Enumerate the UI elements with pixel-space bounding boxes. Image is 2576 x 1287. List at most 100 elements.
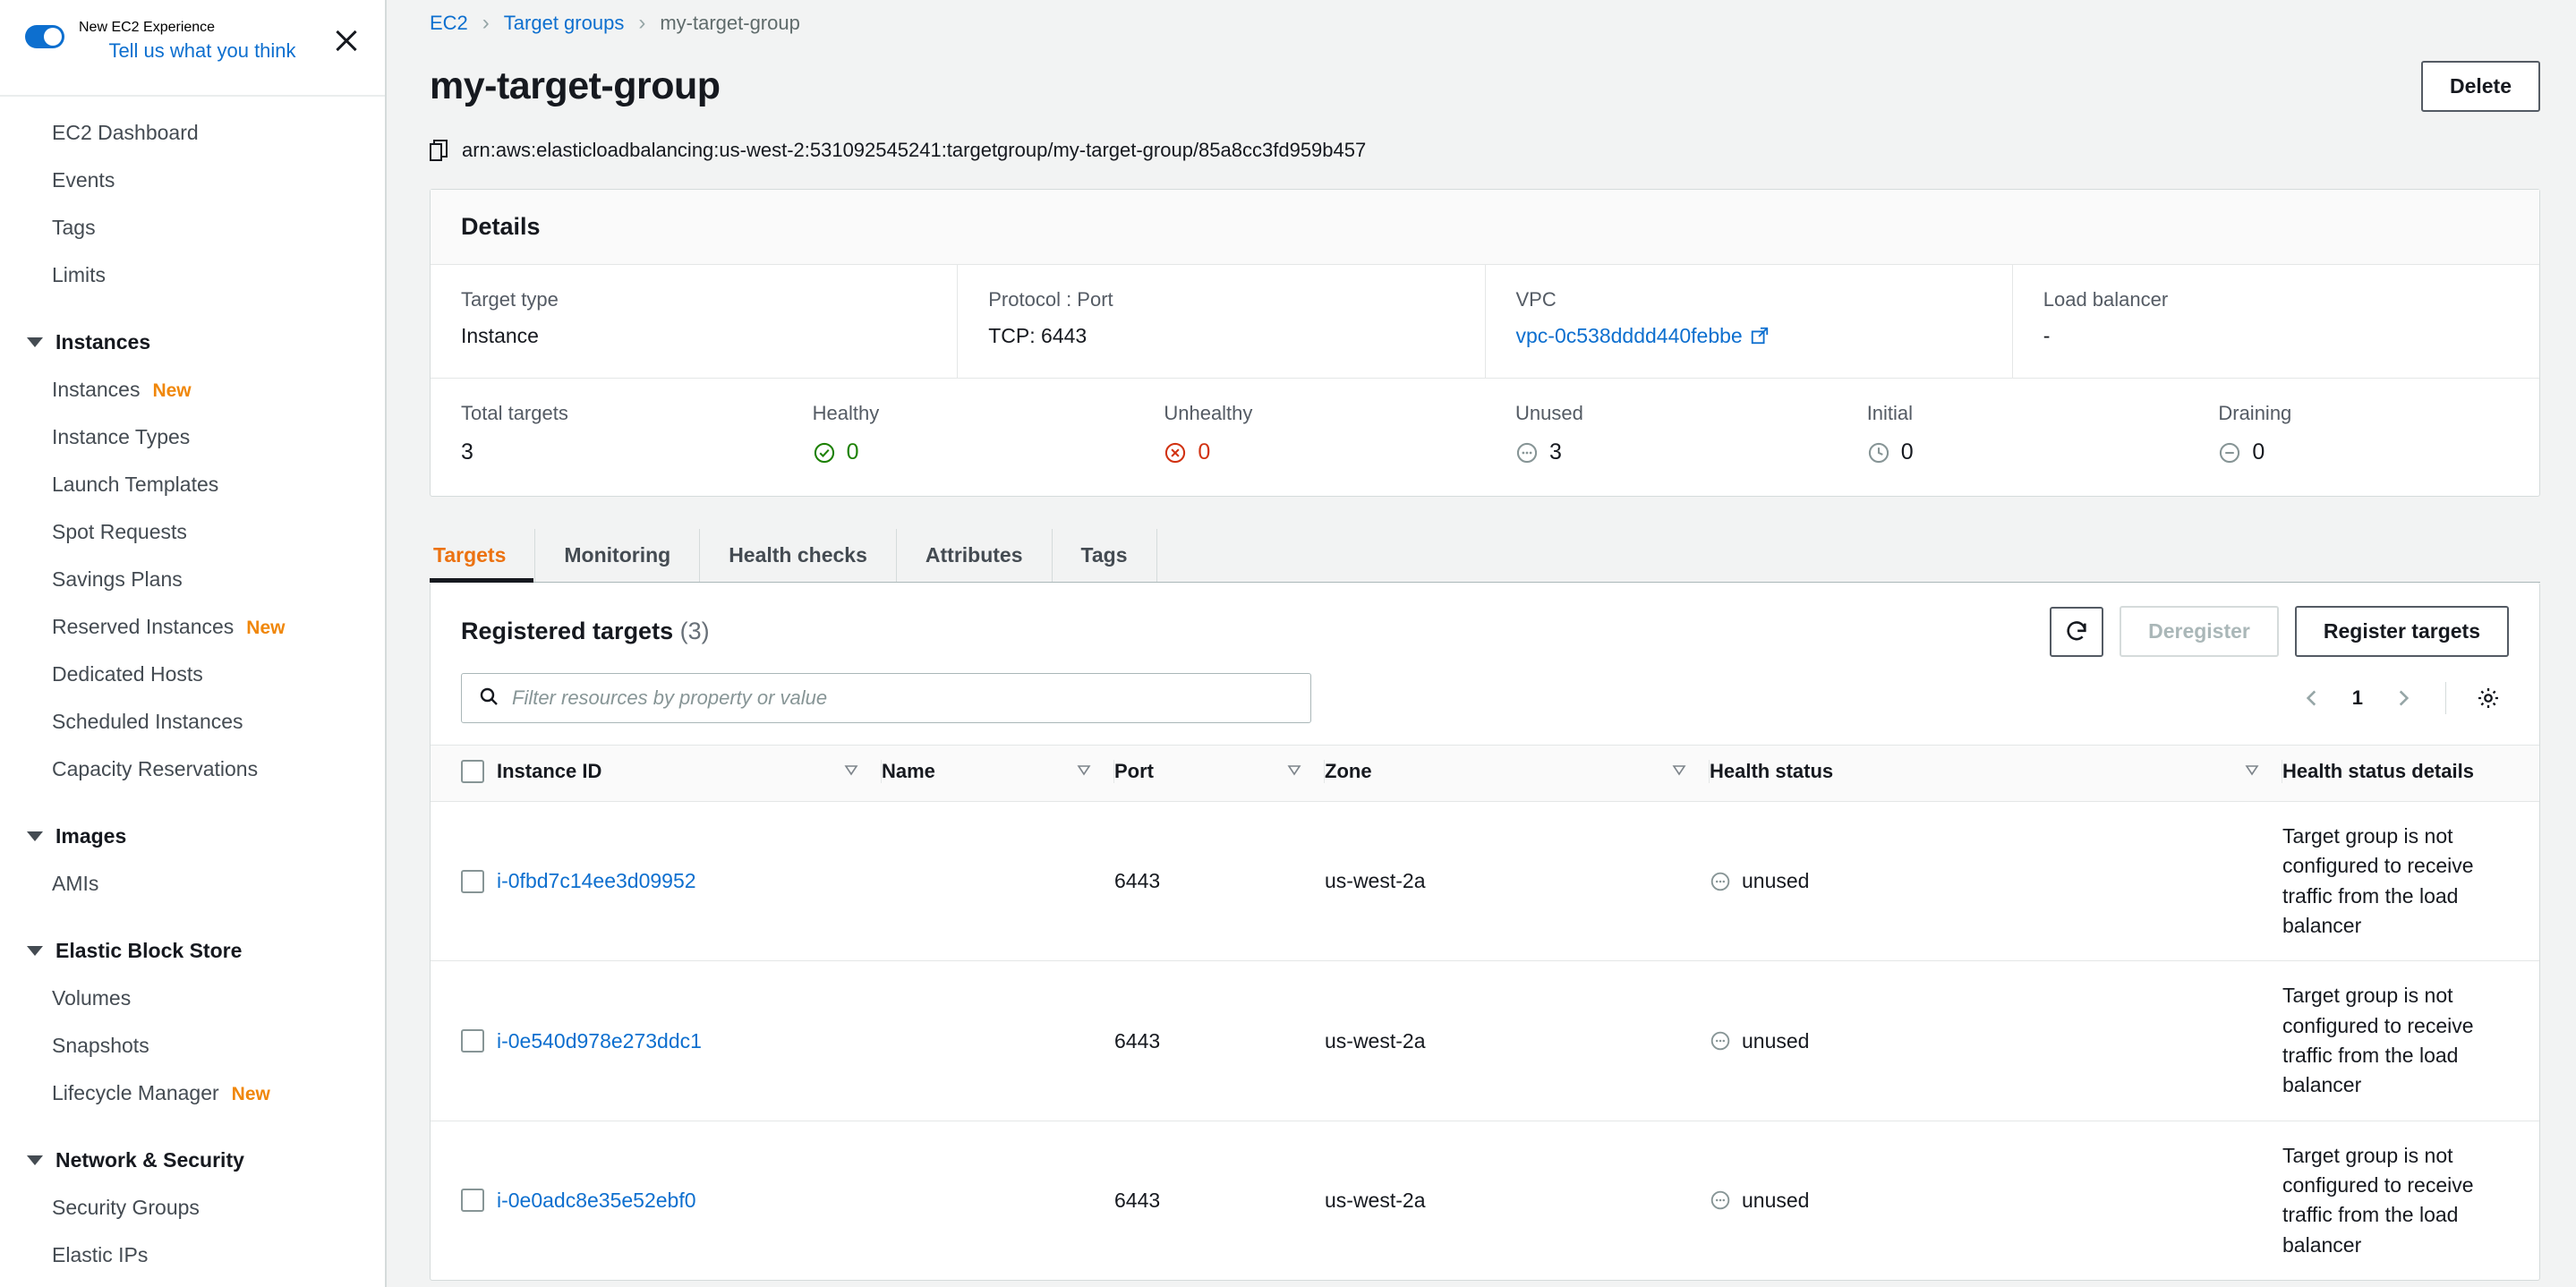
- registered-targets-title: Registered targets (3): [461, 618, 710, 645]
- sidebar-group-label: Instances: [55, 330, 150, 354]
- details-title: Details: [461, 213, 541, 241]
- sidebar-item-launch-templates[interactable]: Launch Templates: [0, 461, 385, 508]
- tab-label: Tags: [1081, 543, 1128, 567]
- new-badge: New: [232, 1084, 270, 1105]
- row-select-cell: [431, 961, 497, 1121]
- table-row: i-0e0adc8e35e52ebf06443us-west-2a unused…: [431, 1121, 2539, 1280]
- metric-draining: Draining 0: [2188, 402, 2539, 465]
- page-number: 1: [2341, 686, 2374, 710]
- column-header-instance-id[interactable]: Instance ID: [497, 746, 882, 802]
- sidebar-item-amis[interactable]: AMIs: [0, 860, 385, 908]
- metric-unused: Unused 3: [1485, 402, 1837, 465]
- sidebar-nav: EC2 Dashboard Events TagsLimits Instances In…: [0, 97, 385, 1279]
- copy-icon[interactable]: [430, 140, 449, 161]
- sidebar-item-elastic-ips[interactable]: Elastic IPs: [0, 1232, 385, 1279]
- detail-value: Instance: [461, 324, 926, 348]
- sort-icon[interactable]: [1076, 760, 1092, 783]
- register-targets-button[interactable]: Register targets: [2295, 606, 2509, 657]
- sidebar-item-snapshots[interactable]: Snapshots: [0, 1022, 385, 1070]
- tab-targets[interactable]: Targets: [430, 529, 535, 582]
- row-checkbox[interactable]: [461, 1189, 484, 1212]
- select-all-checkbox[interactable]: [461, 760, 484, 783]
- gear-icon[interactable]: [2468, 678, 2509, 719]
- sidebar-item-limits[interactable]: Limits: [0, 251, 385, 299]
- new-badge: New: [246, 618, 285, 639]
- sidebar-item-savings-plans[interactable]: Savings Plans: [0, 556, 385, 603]
- instance-id-link[interactable]: i-0e540d978e273ddc1: [497, 1029, 702, 1053]
- external-link-icon[interactable]: [1750, 327, 1770, 350]
- detail-protocol-port: Protocol : PortTCP: 6443: [958, 265, 1485, 378]
- sidebar-item-label: Launch Templates: [52, 473, 218, 497]
- delete-button[interactable]: Delete: [2421, 61, 2540, 112]
- tab-monitoring[interactable]: Monitoring: [535, 529, 700, 582]
- tell-us-what-you-think-link[interactable]: Tell us what you think: [79, 39, 326, 63]
- cell-name: [882, 961, 1114, 1121]
- cell-health-status: unused: [1710, 802, 2282, 961]
- row-checkbox[interactable]: [461, 1029, 484, 1053]
- sidebar-item-events[interactable]: Events: [0, 157, 385, 204]
- cell-health-status-details: Target group is not configured to receiv…: [2282, 802, 2539, 961]
- new-experience-toggle[interactable]: [25, 25, 64, 48]
- metric-total-targets: Total targets3: [431, 402, 782, 465]
- sort-icon[interactable]: [843, 760, 859, 783]
- targets-filter-bar: 1: [431, 657, 2539, 745]
- row-select-cell: [431, 802, 497, 961]
- sidebar-item-spot-requests[interactable]: Spot Requests: [0, 508, 385, 556]
- column-header-health-status-details: Health status details: [2282, 746, 2539, 802]
- sidebar-item-capacity-reservations[interactable]: Capacity Reservations: [0, 746, 385, 793]
- sort-icon[interactable]: [2244, 760, 2260, 783]
- page-header: my-target-group Delete: [430, 61, 2540, 112]
- sidebar-item-label: Instance Types: [52, 425, 190, 449]
- sort-icon[interactable]: [1286, 760, 1302, 783]
- sidebar-item-instance-types[interactable]: Instance Types: [0, 413, 385, 461]
- sidebar-item-label: Events: [52, 168, 115, 192]
- sidebar-item-instances[interactable]: InstancesNew: [0, 366, 385, 413]
- sidebar-item-tags[interactable]: Tags: [0, 204, 385, 251]
- metric-number: 0: [1198, 439, 1210, 465]
- sidebar-group-network-security[interactable]: Network & Security: [0, 1137, 385, 1184]
- sidebar-item-reserved-instances[interactable]: Reserved InstancesNew: [0, 603, 385, 651]
- sidebar-item-lifecycle-manager[interactable]: Lifecycle Manager New: [0, 1070, 385, 1117]
- row-checkbox[interactable]: [461, 870, 484, 893]
- instance-id-link[interactable]: i-0fbd7c14ee3d09952: [497, 869, 696, 892]
- deregister-button[interactable]: Deregister: [2120, 606, 2279, 657]
- detail-load-balancer: Load balancer-: [2013, 265, 2539, 378]
- column-header-port[interactable]: Port: [1114, 746, 1325, 802]
- sidebar-item-security-groups[interactable]: Security Groups: [0, 1184, 385, 1232]
- column-header-health-status[interactable]: Health status: [1710, 746, 2282, 802]
- instance-id-link[interactable]: i-0e0adc8e35e52ebf0: [497, 1189, 696, 1212]
- sidebar-item-dedicated-hosts[interactable]: Dedicated Hosts: [0, 651, 385, 698]
- sort-icon[interactable]: [1671, 760, 1687, 783]
- tab-attributes[interactable]: Attributes: [897, 529, 1053, 582]
- sidebar-item-scheduled-instances[interactable]: Scheduled Instances: [0, 698, 385, 746]
- breadcrumb-item-target-groups[interactable]: Target groups: [504, 12, 625, 35]
- new-badge: New: [152, 380, 191, 402]
- chevron-left-icon[interactable]: [2291, 678, 2333, 719]
- sidebar-group-images[interactable]: Images: [0, 813, 385, 860]
- breadcrumb-item-ec2[interactable]: EC2: [430, 12, 468, 35]
- sidebar-group-elastic-block-store[interactable]: Elastic Block Store: [0, 927, 385, 975]
- cell-instance-id: i-0e0adc8e35e52ebf0: [497, 1121, 882, 1280]
- tab-tags[interactable]: Tags: [1053, 529, 1157, 582]
- vpc-link[interactable]: vpc-0c538dddd440febbe: [1516, 324, 1743, 347]
- sidebar-group-instances[interactable]: Instances: [0, 319, 385, 366]
- metric-label: Initial: [1867, 402, 2158, 425]
- metric-label: Draining: [2218, 402, 2509, 425]
- sidebar-item-ec2-dashboard[interactable]: EC2 Dashboard: [0, 109, 385, 157]
- close-icon[interactable]: [331, 25, 362, 55]
- arn-line: arn:aws:elasticloadbalancing:us-west-2:5…: [430, 139, 2540, 162]
- sidebar-item-label: Lifecycle Manager: [52, 1081, 219, 1105]
- sidebar-group-label: Elastic Block Store: [55, 939, 242, 963]
- sidebar-item-volumes[interactable]: Volumes: [0, 975, 385, 1022]
- refresh-button[interactable]: [2050, 607, 2103, 657]
- column-header-name[interactable]: Name: [882, 746, 1114, 802]
- cell-health-status: unused: [1710, 961, 2282, 1121]
- search-input[interactable]: [512, 686, 1294, 710]
- breadcrumb-item-my-target-group: my-target-group: [660, 12, 800, 35]
- chevron-right-icon[interactable]: [2383, 678, 2424, 719]
- metric-number: 3: [1549, 439, 1562, 465]
- search-box[interactable]: [461, 673, 1311, 723]
- metric-value: 0: [1867, 439, 2158, 465]
- tab-health-checks[interactable]: Health checks: [700, 529, 897, 582]
- column-header-zone[interactable]: Zone: [1325, 746, 1710, 802]
